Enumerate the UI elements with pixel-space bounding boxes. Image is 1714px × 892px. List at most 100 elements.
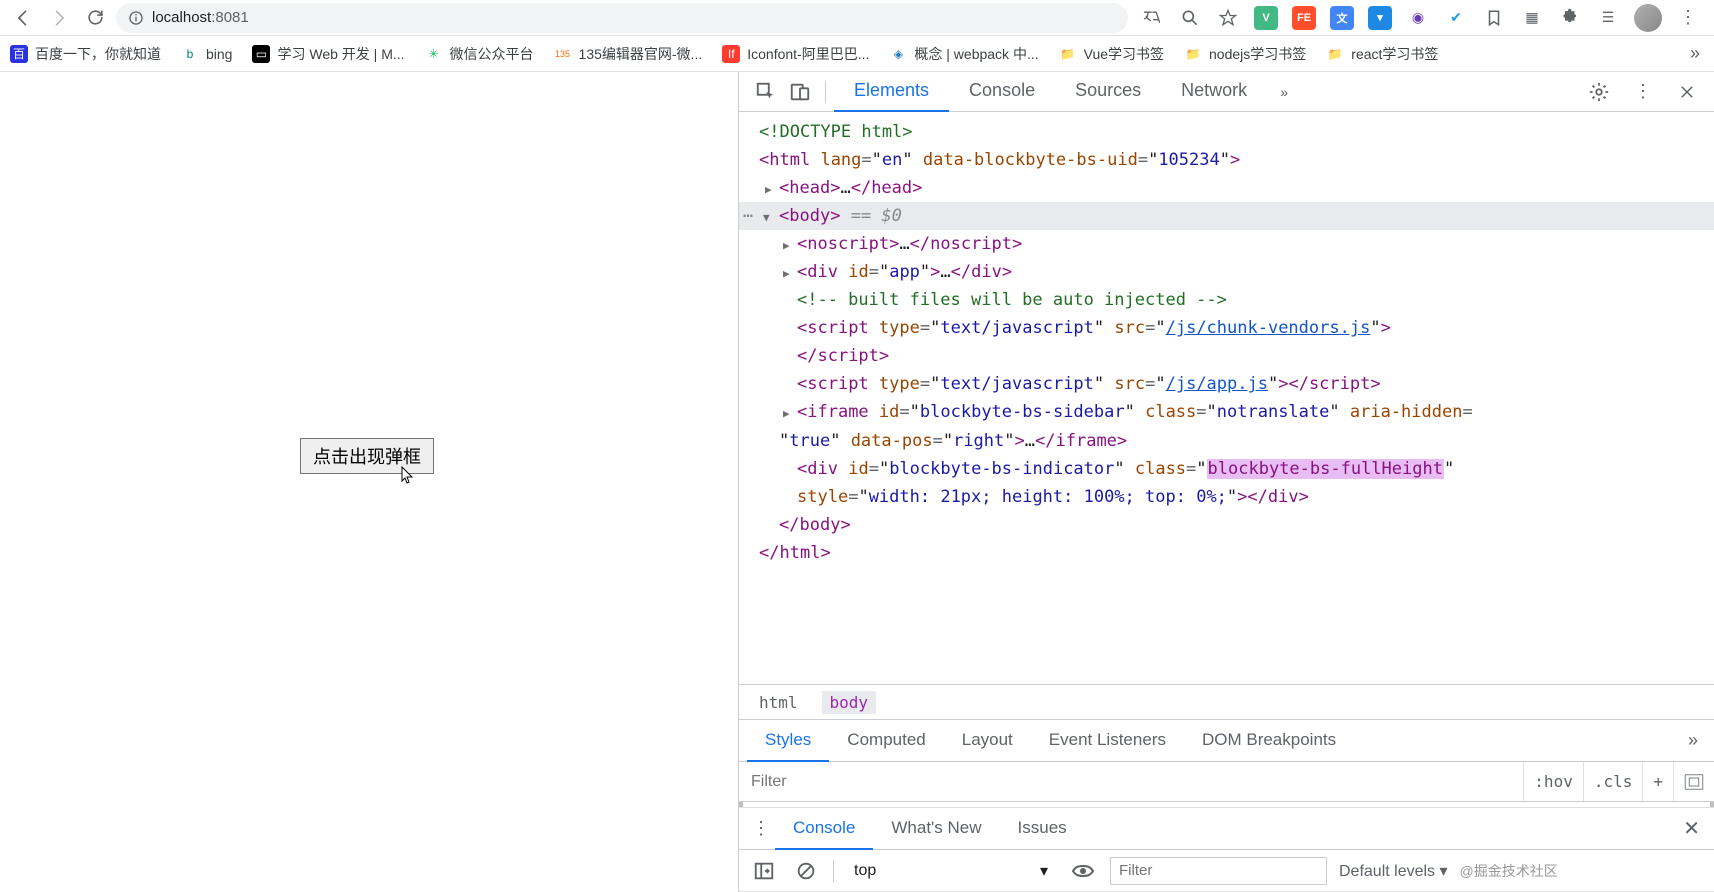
address-bar[interactable]: localhost:8081 [116,3,1128,33]
bookmark-label: Iconfont-阿里巴巴... [747,44,869,64]
bookmark-label: nodejs学习书签 [1209,44,1306,64]
back-button[interactable] [8,3,38,33]
live-expression-icon[interactable] [1068,856,1098,886]
dom-div-app[interactable]: ▶<div id="app">…</div> [739,258,1714,286]
google-translate-ext-icon[interactable]: 文 [1330,6,1354,30]
tab-sources[interactable]: Sources [1055,72,1161,112]
forward-button[interactable] [44,3,74,33]
styles-tab-styles[interactable]: Styles [747,720,829,762]
bookmark-bing[interactable]: bbing [181,45,232,63]
translate-icon[interactable] [1140,6,1164,30]
dom-iframe[interactable]: ▶<iframe id="blockbyte-bs-sidebar" class… [739,398,1714,426]
browser-toolbar: localhost:8081 V FE 文 ▾ ◉ ✔ ▦ ☰ ⋮ [0,0,1714,36]
styles-filter-input[interactable] [739,762,1523,801]
drawer-tab-console[interactable]: Console [775,808,873,850]
console-sidebar-toggle-icon[interactable] [749,856,779,886]
styles-tab-computed[interactable]: Computed [829,720,943,762]
chrome-menu-icon[interactable]: ⋮ [1676,6,1700,30]
box-model-toggle-icon[interactable] [1673,762,1714,801]
log-levels-select[interactable]: Default levels ▾ [1339,861,1448,881]
dom-body-close[interactable]: </body> [739,511,1714,539]
bookmark-folder-nodejs[interactable]: 📁nodejs学习书签 [1184,44,1306,64]
dom-html-open[interactable]: <html lang="en" data-blockbyte-bs-uid="1… [739,146,1714,174]
clear-console-icon[interactable] [791,856,821,886]
tab-console[interactable]: Console [949,72,1055,112]
bookmarks-overflow[interactable]: » [1690,43,1704,64]
vue-devtools-icon[interactable]: V [1254,6,1278,30]
styles-tab-layout[interactable]: Layout [944,720,1031,762]
bookmark-icon: If [722,45,740,63]
styles-scrollbar[interactable] [739,802,1714,808]
bookmark-mdn[interactable]: ▭学习 Web 开发 | M... [252,44,404,64]
devtools-tabstrip: Elements Console Sources Network » ⋮ [739,72,1714,112]
styles-overflow-icon[interactable]: » [1680,730,1706,751]
dom-noscript[interactable]: ▶<noscript>…</noscript> [739,230,1714,258]
bookmark-star-icon[interactable] [1216,6,1240,30]
profile-avatar[interactable] [1634,4,1662,32]
bookmark-icon: ▭ [252,45,270,63]
devtools-menu-icon[interactable]: ⋮ [1626,75,1660,109]
bookmark-folder-vue[interactable]: 📁Vue学习书签 [1059,44,1164,64]
ext-fe-icon[interactable]: FE [1292,6,1316,30]
ext-purple-icon[interactable]: ◉ [1406,6,1430,30]
console-filter-input[interactable] [1110,857,1327,885]
drawer-close-icon[interactable]: ✕ [1677,816,1706,841]
dom-script1-close[interactable]: </script> [739,342,1714,370]
dom-indicator-cont[interactable]: style="width: 21px; height: 100%; top: 0… [739,483,1714,511]
styles-tab-event-listeners[interactable]: Event Listeners [1031,720,1184,762]
console-context-select[interactable]: top▾ [846,861,1056,881]
drawer-menu-icon[interactable]: ⋮ [747,818,775,839]
styles-tab-dom-breakpoints[interactable]: DOM Breakpoints [1184,720,1354,762]
inspect-element-icon[interactable] [749,75,783,109]
dom-html-close[interactable]: </html> [739,539,1714,567]
reading-list-icon[interactable] [1482,6,1506,30]
extensions-puzzle-icon[interactable] [1558,6,1582,30]
dom-body-open[interactable]: ⋯▼<body> == $0 [739,202,1714,230]
bookmark-wechat[interactable]: ✳微信公众平台 [425,44,534,64]
site-info-icon[interactable] [128,10,144,26]
settings-gear-icon[interactable] [1582,75,1616,109]
bookmark-135[interactable]: 135135编辑器官网-微... [554,44,703,64]
drawer-tab-issues[interactable]: Issues [1000,808,1085,850]
tab-network[interactable]: Network [1161,72,1267,112]
ext-v-icon[interactable]: ✔ [1444,6,1468,30]
popup-trigger-button[interactable]: 点击出现弹框 [300,438,434,474]
ext-blue-icon[interactable]: ▾ [1368,6,1392,30]
watermark-text: @掘金技术社区 [1460,861,1558,881]
new-style-button[interactable]: + [1642,762,1673,801]
dom-comment[interactable]: <!-- built files will be auto injected -… [739,286,1714,314]
crumb-body[interactable]: body [822,691,877,714]
bookmark-label: 微信公众平台 [450,44,534,64]
dom-breadcrumb: html body [739,684,1714,720]
dom-script1[interactable]: <script type="text/javascript" src="/js/… [739,314,1714,342]
tabs-overflow-icon[interactable]: » [1267,75,1301,109]
bookmark-webpack[interactable]: ◈概念 | webpack 中... [889,44,1038,64]
reload-button[interactable] [80,3,110,33]
zoom-icon[interactable] [1178,6,1202,30]
url-host: localhost [152,9,211,26]
bookmark-iconfont[interactable]: If Iconfont-阿里巴巴... [722,44,869,64]
cls-button[interactable]: .cls [1583,762,1643,801]
extension-icons: V FE 文 ▾ ◉ ✔ ▦ ☰ ⋮ [1134,4,1706,32]
bookmark-label: Vue学习书签 [1084,44,1164,64]
side-panel-icon[interactable]: ☰ [1596,6,1620,30]
hov-button[interactable]: :hov [1523,762,1583,801]
dom-doctype[interactable]: <!DOCTYPE html> [739,118,1714,146]
bookmark-label: 135编辑器官网-微... [579,44,703,64]
drawer-tab-whatsnew[interactable]: What's New [873,808,999,850]
dom-iframe-cont[interactable]: "true" data-pos="right">…</iframe> [739,427,1714,455]
console-toolbar: top▾ Default levels ▾ @掘金技术社区 [739,850,1714,892]
tab-elements[interactable]: Elements [834,72,949,112]
dom-indicator[interactable]: <div id="blockbyte-bs-indicator" class="… [739,455,1714,483]
devtools-close-icon[interactable] [1670,75,1704,109]
ext-grid-icon[interactable]: ▦ [1520,6,1544,30]
dom-script2[interactable]: <script type="text/javascript" src="/js/… [739,370,1714,398]
device-toggle-icon[interactable] [783,75,817,109]
dom-head[interactable]: ▶<head>…</head> [739,174,1714,202]
elements-tree[interactable]: <!DOCTYPE html> <html lang="en" data-blo… [739,112,1714,684]
styles-toolbar: :hov .cls + [739,762,1714,802]
bookmark-icon: 百 [10,45,28,63]
bookmark-baidu[interactable]: 百百度一下，你就知道 [10,44,161,64]
crumb-html[interactable]: html [751,691,806,714]
bookmark-folder-react[interactable]: 📁react学习书签 [1326,44,1438,64]
